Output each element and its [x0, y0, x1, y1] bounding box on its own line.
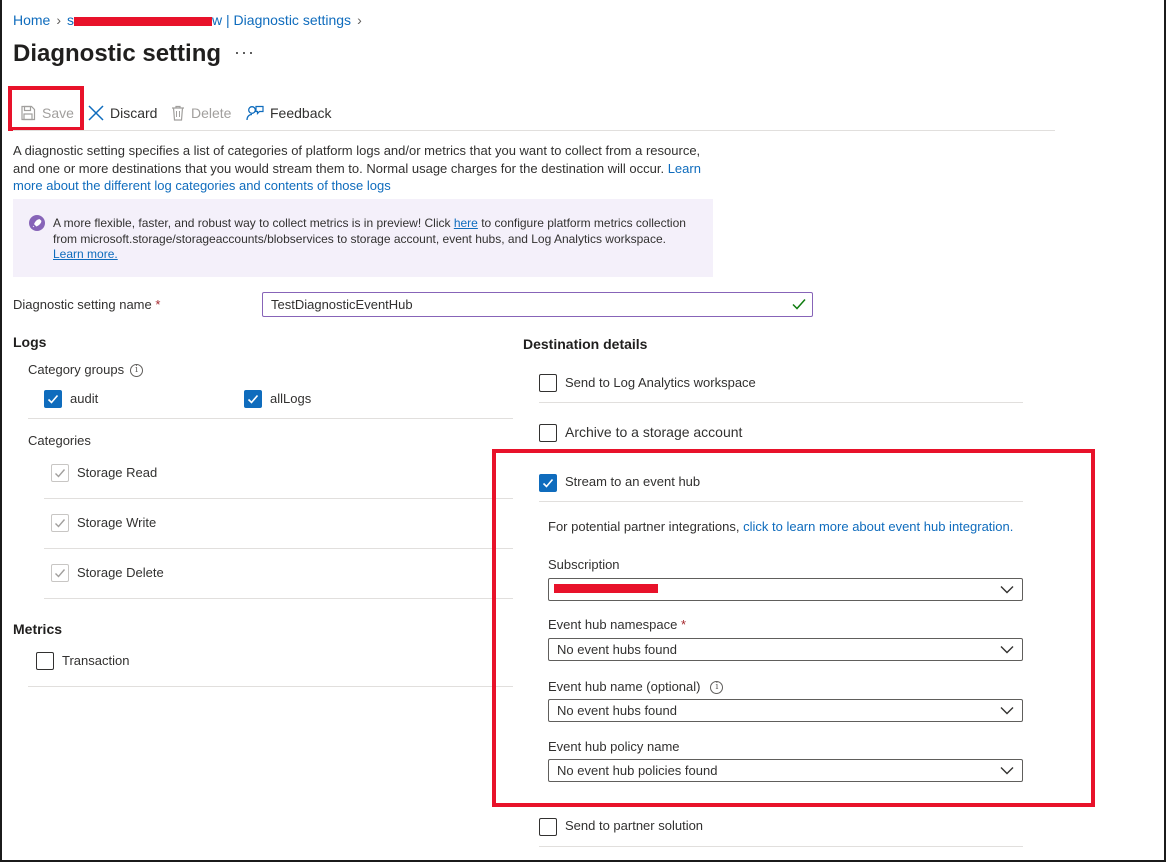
storage-read-label: Storage Read — [77, 465, 158, 480]
alllogs-checkbox[interactable] — [244, 390, 262, 408]
storage-write-checkbox[interactable] — [51, 514, 69, 532]
destination-heading: Destination details — [523, 336, 648, 352]
subscription-select[interactable] — [548, 578, 1023, 601]
category-groups-label: Category groups i — [28, 362, 144, 378]
checkmark-icon — [792, 299, 806, 310]
description-text: A diagnostic setting specifies a list of… — [13, 142, 713, 195]
alllogs-label: allLogs — [270, 391, 312, 406]
discard-label: Discard — [110, 105, 158, 121]
partner-solution-checkbox[interactable] — [539, 818, 557, 836]
divider — [44, 598, 513, 599]
policy-select[interactable]: No event hub policies found — [548, 759, 1023, 782]
delete-label: Delete — [191, 105, 232, 121]
setting-name-value: TestDiagnosticEventHub — [271, 297, 413, 312]
chevron-down-icon — [1000, 707, 1014, 715]
audit-label: audit — [70, 391, 99, 406]
divider — [28, 418, 513, 419]
chevron-right-icon: › — [56, 12, 62, 28]
namespace-label: Event hub namespace * — [548, 617, 687, 632]
partner-note: For potential partner integrations, clic… — [548, 519, 1014, 534]
setting-name-input[interactable]: TestDiagnosticEventHub — [262, 292, 813, 317]
setting-name-label: Diagnostic setting name * — [13, 297, 161, 312]
logs-heading: Logs — [13, 334, 47, 350]
feedback-button[interactable]: Feedback — [246, 100, 331, 126]
divider — [539, 402, 1023, 403]
feedback-label: Feedback — [270, 105, 332, 121]
chevron-right-icon: › — [357, 12, 362, 28]
more-options-button[interactable]: ··· — [234, 42, 255, 63]
storage-account-label: Archive to a storage account — [565, 424, 743, 440]
banner-learn-more-link[interactable]: Learn more. — [53, 247, 118, 261]
checkmark-icon — [55, 469, 66, 478]
feedback-icon — [246, 105, 264, 121]
subscription-label: Subscription — [548, 557, 620, 572]
delete-button[interactable]: Delete — [171, 100, 231, 126]
namespace-value: No event hubs found — [557, 642, 677, 657]
policy-label: Event hub policy name — [548, 739, 680, 754]
divider — [44, 498, 513, 499]
redaction-mark — [74, 16, 213, 26]
divider — [539, 846, 1023, 847]
hub-name-value: No event hubs found — [557, 703, 677, 718]
here-link[interactable]: here — [454, 216, 478, 230]
breadcrumb-resource[interactable]: sw | Diagnostic settings — [67, 12, 351, 28]
storage-delete-checkbox[interactable] — [51, 564, 69, 582]
preview-banner-text: A more flexible, faster, and robust way … — [53, 216, 686, 261]
chevron-down-icon — [1000, 646, 1014, 654]
discard-button[interactable]: Discard — [88, 100, 157, 126]
checkmark-icon — [55, 569, 66, 578]
storage-delete-label: Storage Delete — [77, 565, 164, 580]
page-title: Diagnostic setting — [13, 40, 222, 67]
divider — [44, 548, 513, 549]
checkmark-icon — [542, 478, 554, 488]
chevron-down-icon — [1000, 586, 1014, 594]
storage-write-label: Storage Write — [77, 515, 157, 530]
transaction-checkbox[interactable] — [36, 652, 54, 670]
rocket-icon — [29, 215, 45, 231]
trash-icon — [172, 105, 184, 121]
save-highlight-box — [8, 86, 84, 131]
toolbar-divider — [13, 130, 1055, 131]
transaction-label: Transaction — [62, 653, 130, 668]
partner-solution-label: Send to partner solution — [565, 818, 704, 833]
categories-label: Categories — [28, 433, 91, 448]
chevron-down-icon — [1000, 767, 1014, 775]
checkmark-icon — [47, 394, 59, 404]
log-analytics-label: Send to Log Analytics workspace — [565, 375, 756, 390]
info-icon: i — [130, 364, 144, 378]
policy-value: No event hub policies found — [557, 763, 718, 778]
audit-checkbox[interactable] — [44, 390, 62, 408]
hub-name-label: Event hub name (optional) i — [548, 679, 724, 695]
checkmark-icon — [247, 394, 259, 404]
close-icon — [88, 105, 104, 121]
storage-read-checkbox[interactable] — [51, 464, 69, 482]
hub-name-select[interactable]: No event hubs found — [548, 699, 1023, 722]
divider — [28, 686, 513, 687]
log-analytics-checkbox[interactable] — [539, 374, 557, 392]
redaction-mark — [554, 584, 658, 593]
checkmark-icon — [55, 519, 66, 528]
description-body: A diagnostic setting specifies a list of… — [13, 143, 701, 176]
event-hub-label: Stream to an event hub — [565, 474, 701, 489]
info-icon: i — [710, 681, 724, 695]
event-hub-checkbox[interactable] — [539, 474, 557, 492]
metrics-heading: Metrics — [13, 621, 63, 637]
namespace-select[interactable]: No event hubs found — [548, 638, 1023, 661]
breadcrumb-home[interactable]: Home — [13, 12, 50, 28]
breadcrumb: Home › s w | Diagnostic settings › — [13, 12, 368, 28]
event-hub-integration-link[interactable]: click to learn more about event hub inte… — [743, 519, 1013, 534]
storage-account-checkbox[interactable] — [539, 424, 557, 442]
divider — [539, 501, 1023, 502]
